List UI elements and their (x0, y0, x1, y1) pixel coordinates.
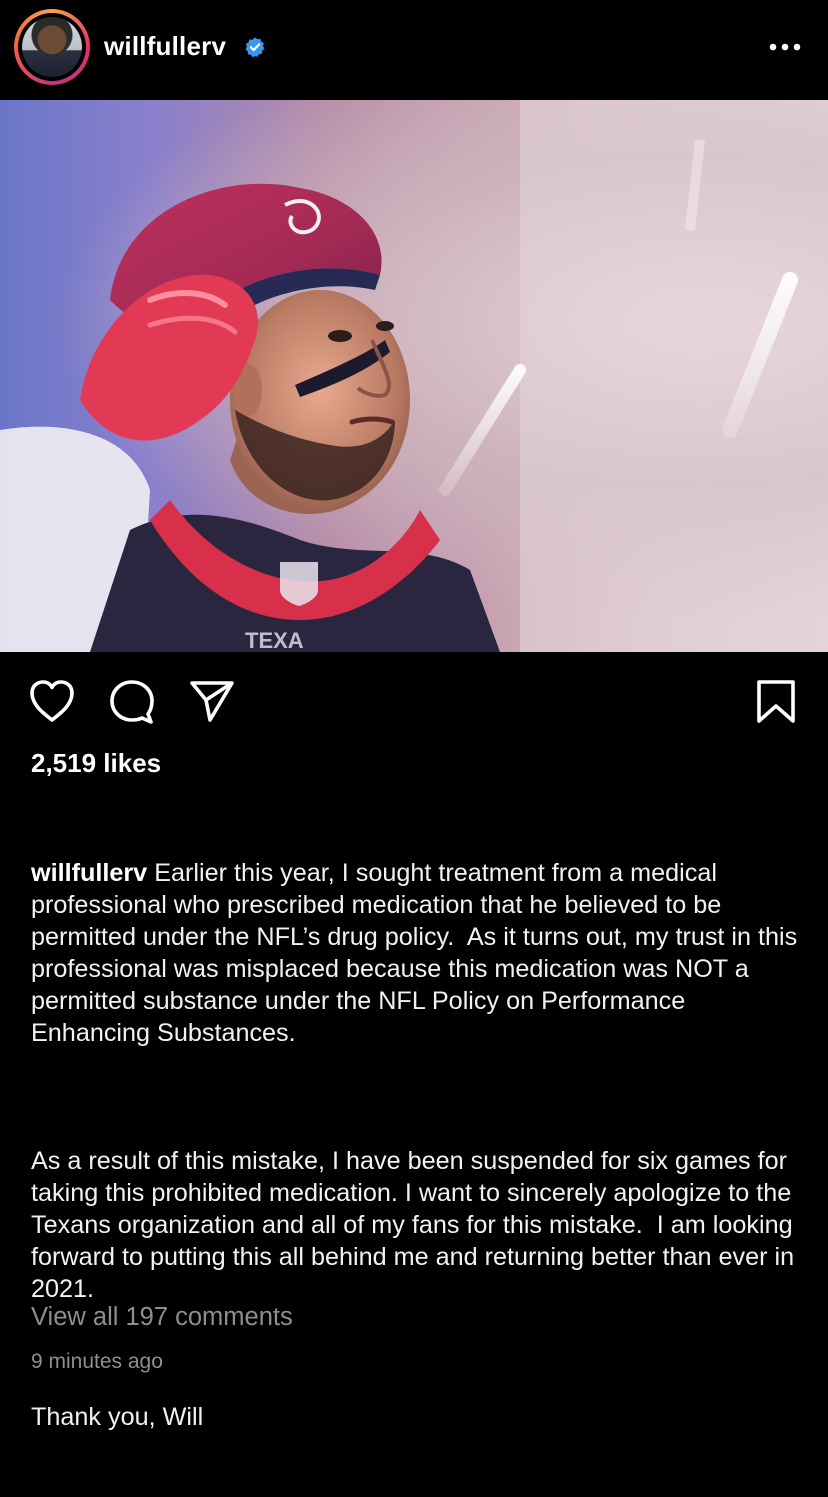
caption-username[interactable]: willfullerv (31, 859, 147, 887)
heart-icon[interactable] (28, 678, 76, 724)
caption-paragraph-3: Thank you, Will (31, 1403, 204, 1431)
caption-paragraph-2: As a result of this mistake, I have been… (31, 1147, 802, 1303)
bookmark-icon[interactable] (754, 678, 798, 724)
view-comments-link[interactable]: View all 197 comments (31, 1303, 293, 1332)
more-options-icon[interactable] (768, 38, 802, 56)
post-timestamp: 9 minutes ago (31, 1350, 163, 1373)
comment-icon[interactable] (108, 678, 156, 724)
post-actions (0, 652, 828, 748)
share-icon[interactable] (188, 678, 236, 724)
jersey-text: TEXA (245, 628, 304, 652)
avatar-inner (18, 13, 86, 81)
avatar[interactable] (14, 9, 90, 85)
caption-paragraph-1: willfullerv Earlier this year, I sought … (31, 857, 806, 1049)
player-photo: TEXA (0, 100, 828, 652)
post-username[interactable]: willfullerv (104, 31, 226, 62)
post-header: willfullerv (0, 0, 828, 100)
post-caption: willfullerv Earlier this year, I sought … (31, 793, 806, 1497)
caption-text-1: Earlier this year, I sought treatment fr… (31, 859, 805, 1047)
verified-badge-icon (245, 37, 265, 58)
likes-count[interactable]: 2,519 likes (31, 748, 161, 779)
post-photo[interactable]: TEXA (0, 100, 828, 652)
avatar-image (22, 17, 82, 77)
